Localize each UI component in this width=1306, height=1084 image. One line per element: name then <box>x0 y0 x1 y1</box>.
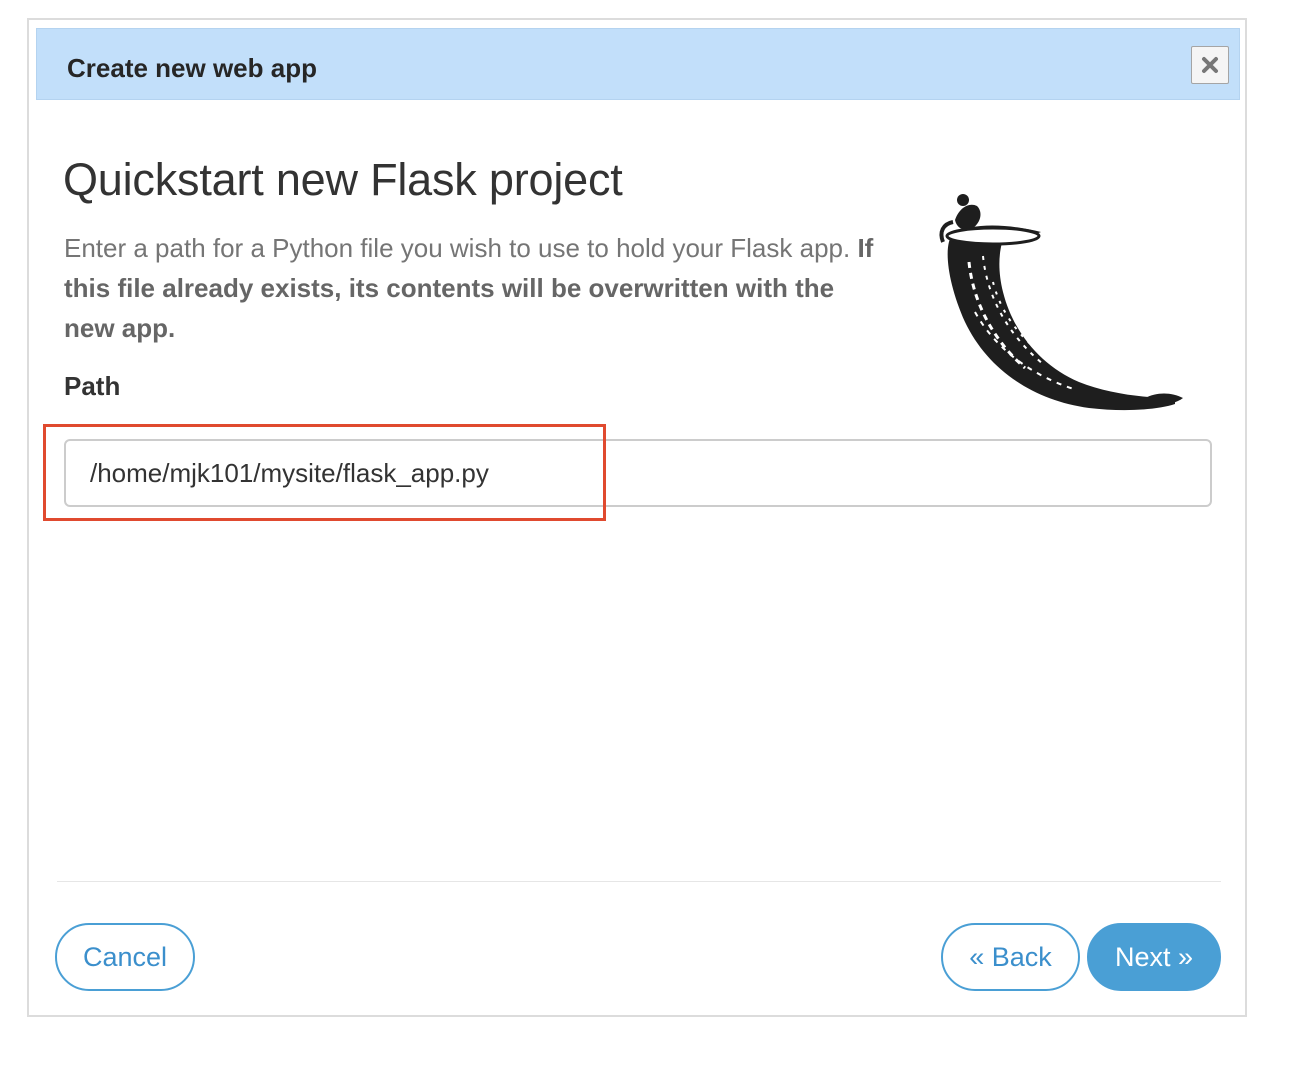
path-label: Path <box>64 371 121 401</box>
dialog-title: Create new web app <box>67 53 317 83</box>
back-button[interactable]: « Back <box>941 923 1080 991</box>
dialog-titlebar: Create new web app <box>36 28 1240 100</box>
create-web-app-dialog: Create new web app Quickstart new Flask … <box>27 18 1247 1017</box>
close-button[interactable] <box>1191 46 1229 84</box>
next-button[interactable]: Next » <box>1087 923 1221 991</box>
description-plain: Enter a path for a Python file you wish … <box>64 233 858 263</box>
description-text: Enter a path for a Python file you wish … <box>64 228 874 348</box>
path-input[interactable] <box>64 439 1212 507</box>
close-x-icon <box>1202 57 1218 73</box>
flask-horn-logo-icon <box>939 194 1183 411</box>
footer-divider <box>57 881 1221 882</box>
cancel-button[interactable]: Cancel <box>55 923 195 991</box>
page-title: Quickstart new Flask project <box>63 154 623 205</box>
